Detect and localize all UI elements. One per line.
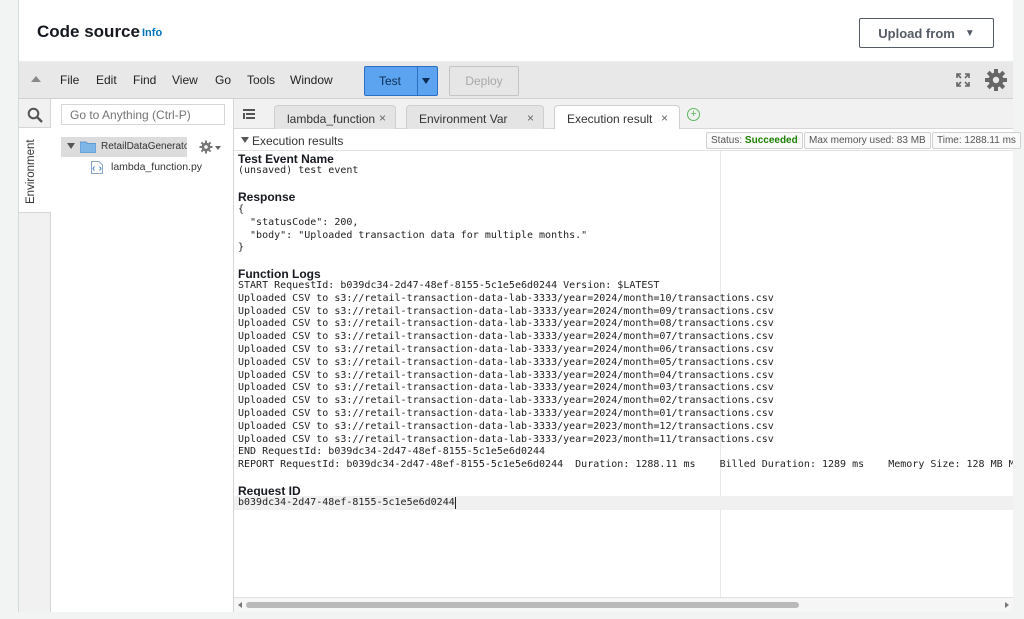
execution-results-body: Test Event Name (unsaved) test event Res…	[234, 151, 1013, 597]
caret-down-icon: ▼	[964, 27, 975, 39]
environment-tab-label: Environment	[25, 139, 37, 204]
ide-menubar: File Edit Find View Go Tools Window Test…	[19, 62, 1013, 99]
close-icon[interactable]: ×	[527, 111, 534, 125]
scroll-right-icon[interactable]	[1005, 602, 1009, 608]
tab-lambda-function[interactable]: lambda_function ×	[274, 105, 396, 129]
tab-execution-results[interactable]: Execution result ×	[554, 105, 680, 130]
panel-header: Code source Info Upload from ▼	[19, 0, 1013, 62]
menu-go[interactable]: Go	[215, 73, 231, 87]
settings-gear-icon[interactable]	[984, 68, 1008, 92]
execution-results-header: Execution results Status: Succeeded Max …	[234, 129, 1021, 151]
tab-environment-variables[interactable]: Environment Var ×	[406, 105, 544, 129]
execution-results-label: Execution results	[252, 134, 344, 148]
response-body: { "statusCode": 200, "body": "Uploaded t…	[238, 204, 588, 254]
test-dropdown-icon[interactable]	[422, 78, 430, 84]
test-button[interactable]: Test	[364, 66, 438, 96]
folder-icon	[80, 141, 96, 153]
code-source-panel: Code source Info Upload from ▼ File Edit…	[18, 0, 1021, 612]
text-cursor	[455, 497, 456, 509]
tab-label: Environment Var	[419, 112, 508, 126]
split-divider	[417, 67, 418, 95]
collapse-results-icon[interactable]	[241, 137, 249, 143]
collapse-arrow-icon[interactable]	[31, 76, 41, 82]
menu-window[interactable]: Window	[290, 73, 333, 87]
tab-list-icon[interactable]	[243, 109, 255, 119]
goto-anything-input[interactable]	[61, 104, 225, 125]
add-tab-icon[interactable]: +	[687, 108, 700, 121]
page-title: Code source	[37, 22, 140, 41]
request-id-value: b039dc34-2d47-48ef-8155-5c1e5e6d0244	[238, 497, 455, 508]
menu-view[interactable]: View	[172, 73, 198, 87]
environment-tab[interactable]: Environment	[19, 127, 51, 213]
upload-from-label: Upload from	[878, 25, 955, 41]
menu-tools[interactable]: Tools	[247, 73, 275, 87]
close-icon[interactable]: ×	[379, 111, 386, 125]
info-link[interactable]: Info	[142, 27, 162, 39]
response-title: Response	[238, 190, 296, 204]
horizontal-scrollbar[interactable]	[234, 597, 1013, 612]
request-id-row[interactable]: b039dc34-2d47-48ef-8155-5c1e5e6d0244	[234, 496, 1013, 510]
file-name: lambda_function.py	[111, 161, 203, 173]
tree-folder[interactable]: RetailDataGenerato	[61, 137, 187, 157]
tab-label: lambda_function	[287, 112, 376, 126]
tab-label: Execution result	[567, 112, 653, 126]
editor-tabbar: lambda_function × Environment Var × Exec…	[234, 99, 1013, 130]
file-tree: RetailDataGenerato lambda_function.	[51, 99, 234, 612]
upload-from-button[interactable]: Upload from ▼	[859, 18, 994, 48]
menu-find[interactable]: Find	[133, 73, 156, 87]
close-icon[interactable]: ×	[661, 111, 668, 125]
status-prefix: Status:	[711, 135, 743, 146]
search-icon[interactable]	[27, 107, 43, 123]
tree-settings-icon[interactable]	[199, 140, 213, 154]
scrollbar-thumb[interactable]	[246, 602, 799, 608]
test-event-value: (unsaved) test event	[238, 165, 359, 176]
menu-edit[interactable]: Edit	[96, 73, 117, 87]
test-label: Test	[379, 74, 402, 88]
scroll-left-icon[interactable]	[238, 602, 242, 608]
python-file-icon	[91, 161, 103, 174]
function-logs: START RequestId: b039dc34-2d47-48ef-8155…	[238, 280, 1013, 471]
fullscreen-icon[interactable]	[955, 72, 971, 88]
max-memory-badge: Max memory used: 83 MB	[804, 132, 931, 149]
deploy-button[interactable]: Deploy	[449, 66, 519, 96]
expand-icon[interactable]	[67, 143, 75, 149]
side-rail: Environment	[19, 99, 51, 612]
menu-file[interactable]: File	[60, 73, 79, 87]
test-event-title: Test Event Name	[238, 152, 334, 166]
status-badge: Status: Succeeded	[706, 132, 803, 149]
duration-badge: Time: 1288.11 ms	[932, 132, 1021, 149]
function-logs-title: Function Logs	[238, 267, 321, 281]
folder-name: RetailDataGenerato	[101, 141, 187, 152]
status-value: Succeeded	[744, 135, 798, 146]
tree-settings-caret-icon[interactable]	[215, 146, 221, 150]
